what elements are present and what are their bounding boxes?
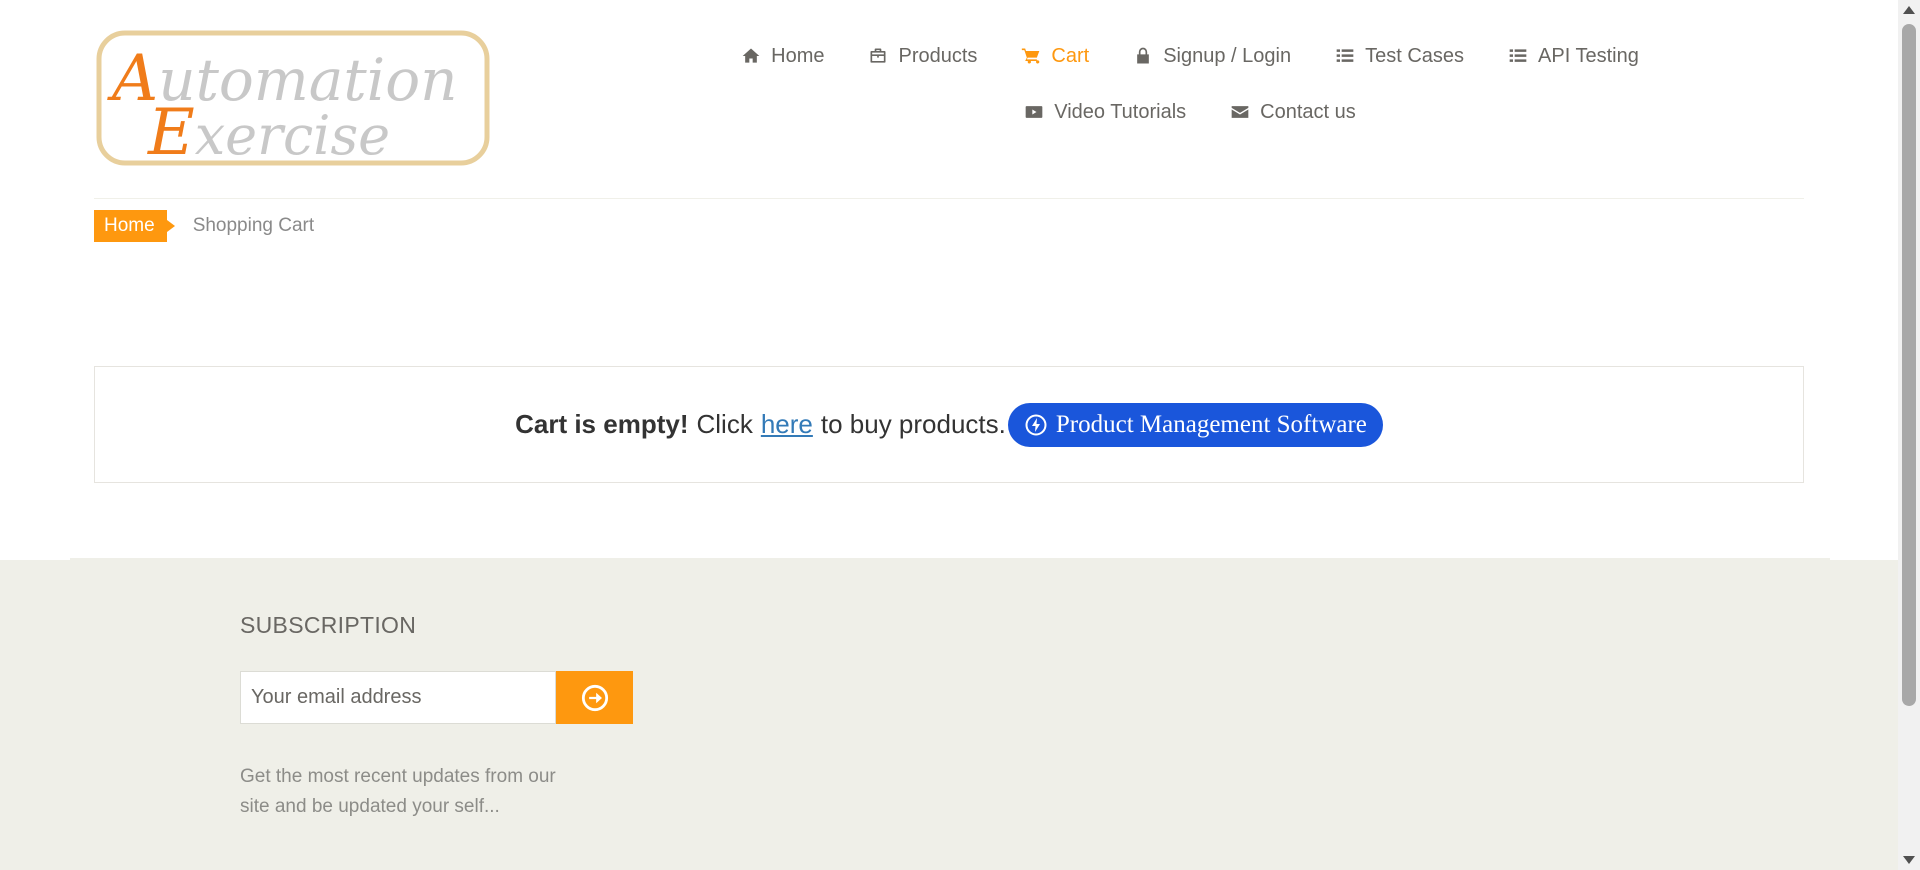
scroll-up-arrow-icon[interactable] [1903,6,1915,14]
buy-products-link[interactable]: here [761,409,813,440]
site-logo[interactable]: Automation Exercise [96,30,490,170]
logo-image: Automation Exercise [96,30,490,170]
nav-api-testing[interactable]: API Testing [1508,40,1639,72]
promo-button-label: Product Management Software [1055,410,1367,438]
subscribe-button[interactable] [556,671,633,724]
logo-line2: Exercise [147,96,390,166]
subscription-email-input[interactable] [240,671,556,724]
nav-api-testing-label: API Testing [1538,44,1639,67]
nav-cart[interactable]: Cart [1021,40,1089,72]
breadcrumb: Home Shopping Cart [94,210,314,242]
envelope-icon [1231,106,1249,118]
nav-home[interactable]: Home [741,40,824,72]
nav-contact-us[interactable]: Contact us [1230,96,1356,128]
nav-home-label: Home [771,44,825,67]
nav-signup-login[interactable]: Signup / Login [1133,40,1291,72]
bolt-circle-icon [1025,414,1047,435]
footer-bg-left [0,560,70,870]
list-icon [1336,49,1354,62]
subscription-title: SUBSCRIPTION [240,612,417,638]
cart-suffix-text: to buy products. [820,409,1006,439]
empty-cart-message: Cart is empty! Click here to buy product… [515,402,1383,447]
subscription-description: Get the most recent updates from our sit… [240,766,556,817]
nav-test-cases-label: Test Cases [1365,44,1465,67]
nav-cart-label: Cart [1051,44,1090,67]
footer-bg-right [1830,560,1898,870]
nav-test-cases[interactable]: Test Cases [1335,40,1464,72]
header-divider [94,198,1804,199]
scroll-down-arrow-icon[interactable] [1903,856,1915,864]
product-management-software-button[interactable]: Product Management Software [1007,402,1383,447]
home-icon [742,48,760,63]
lock-icon [1137,47,1150,64]
empty-cart-panel: Cart is empty! Click here to buy product… [94,366,1804,483]
breadcrumb-current: Shopping Cart [192,215,315,236]
nav-video-tutorials[interactable]: Video Tutorials [1024,96,1186,128]
page-scrollbar[interactable] [1898,0,1920,870]
list-icon [1509,49,1527,62]
cart-click-text: Click [696,409,753,439]
cart-icon [1022,48,1040,64]
main-nav: Home Products Cart Signup / Login Test C… [680,40,1700,128]
breadcrumb-home-link[interactable]: Home [94,210,175,242]
nav-contact-us-label: Contact us [1260,100,1356,123]
arrow-circle-right-icon [581,684,608,711]
nav-signup-login-label: Signup / Login [1163,44,1292,67]
youtube-play-icon [1025,106,1043,118]
briefcase-icon [870,48,886,63]
nav-products-label: Products [898,44,978,67]
subscription-form [240,671,633,724]
scroll-thumb[interactable] [1902,24,1916,706]
nav-products[interactable]: Products [868,40,977,72]
cart-empty-heading: Cart is empty! [515,409,689,439]
nav-video-tutorials-label: Video Tutorials [1054,100,1187,123]
